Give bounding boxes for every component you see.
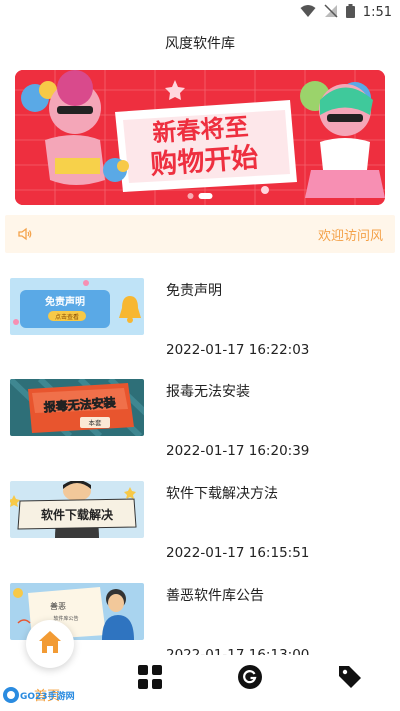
app-header: 风度软件库 <box>0 24 400 62</box>
article-thumbnail: 免责声明 点击查看 <box>10 278 144 335</box>
banner-line-1: 新春将至 <box>152 113 250 148</box>
thumb-subtitle: 点击查看 <box>55 313 79 321</box>
page-title: 风度软件库 <box>165 36 235 52</box>
tab-home[interactable] <box>26 620 74 668</box>
thumb-title: 软件下载解决 <box>41 507 114 522</box>
article-title: 善恶软件库公告 <box>166 588 264 604</box>
tab-grid[interactable] <box>136 665 164 693</box>
list-item[interactable]: 报毒无法安装 本套 报毒无法安装 2022-01-17 16:20:39 <box>0 363 400 463</box>
article-date: 2022-01-17 16:22:03 <box>166 342 310 358</box>
pagination-dot-active[interactable] <box>198 193 213 199</box>
thumb-title: 善恶 <box>50 601 66 611</box>
list-item[interactable]: 免责声明 点击查看 免责声明 2022-01-17 16:22:03 <box>0 262 400 362</box>
list-item[interactable]: 软件下载解决 软件下载解决方法 2022-01-17 16:15:51 <box>0 465 400 565</box>
grid-icon <box>137 664 163 694</box>
banner-line-2: 购物开始 <box>149 141 259 180</box>
notice-bar[interactable]: 欢迎访问风 <box>5 215 395 253</box>
signal-off-icon <box>324 3 338 22</box>
wifi-icon <box>300 3 316 22</box>
g-circle-icon <box>237 664 263 694</box>
article-thumbnail: 软件下载解决 <box>10 481 144 538</box>
battery-icon <box>345 3 355 22</box>
article-title: 报毒无法安装 <box>166 384 250 400</box>
status-time: 1:51 <box>362 5 392 20</box>
watermark-logo: GO23手游网 <box>2 684 82 706</box>
thumb-subtitle: 本套 <box>89 418 103 427</box>
speaker-icon <box>17 226 33 246</box>
article-date: 2022-01-17 16:20:39 <box>166 443 310 459</box>
article-title: 免责声明 <box>166 283 222 299</box>
promo-banner[interactable]: 新春将至 购物开始 <box>15 70 385 205</box>
banner-pagination <box>187 193 213 199</box>
tab-tag[interactable] <box>336 665 364 693</box>
notice-text: 欢迎访问风 <box>317 229 383 244</box>
thumb-title: 免责声明 <box>45 295 85 308</box>
home-icon <box>36 628 64 660</box>
article-thumbnail: 报毒无法安装 本套 <box>10 379 144 436</box>
pagination-dot[interactable] <box>187 193 194 199</box>
tab-g[interactable] <box>236 665 264 693</box>
watermark-text: GO23手游网 <box>20 690 75 702</box>
article-title: 软件下载解决方法 <box>166 486 278 502</box>
status-bar: 1:51 <box>0 0 400 24</box>
tag-icon <box>337 664 363 694</box>
article-date: 2022-01-17 16:15:51 <box>166 545 310 561</box>
